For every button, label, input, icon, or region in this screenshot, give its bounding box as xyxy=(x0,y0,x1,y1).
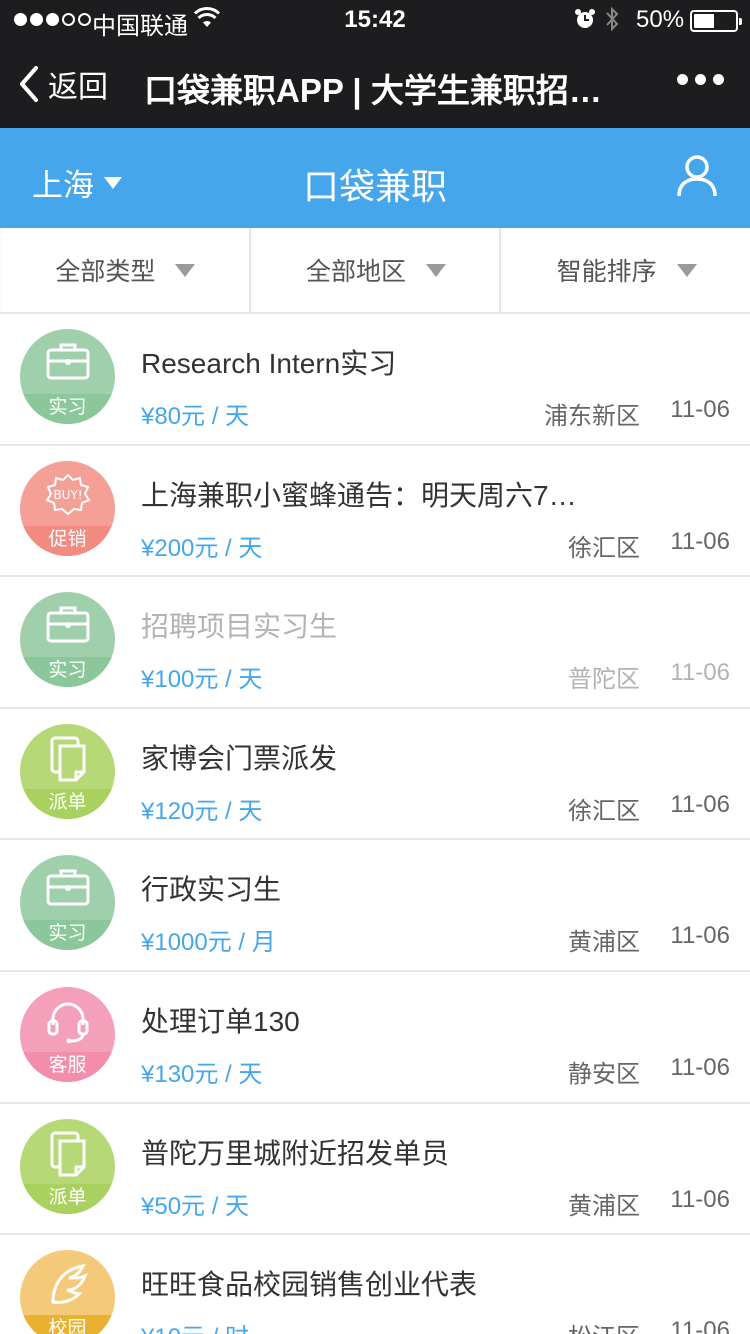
job-title: 招聘项目实习生 xyxy=(141,611,338,643)
job-location: 徐汇区 xyxy=(568,797,640,825)
list-item[interactable]: 校园 旺旺食品校园销售创业代表 ¥10元 / 时 松江区 11-06 xyxy=(0,1235,750,1334)
category-badge: 实习 xyxy=(20,855,115,951)
job-pay: ¥100元 / 天 xyxy=(141,666,263,694)
briefcase-icon xyxy=(20,341,115,393)
category-badge: 实习 xyxy=(20,329,115,424)
category-label: 实习 xyxy=(20,394,115,424)
category-badge: 实习 xyxy=(20,592,115,688)
filter-label: 全部地区 xyxy=(306,258,407,286)
category-badge: BUY! 促销 xyxy=(20,460,115,556)
list-item[interactable]: 实习 行政实习生 ¥1000元 / 月 黄浦区 11-06 xyxy=(0,840,750,972)
job-date: 11-06 xyxy=(670,659,730,687)
job-title: 普陀万里城附近招发单员 xyxy=(141,1137,450,1169)
caret-down-icon xyxy=(676,263,697,277)
caret-down-icon xyxy=(175,263,196,277)
status-bar: 中国联通 15:42 50% xyxy=(0,0,750,40)
bluetooth-icon xyxy=(604,6,620,39)
job-date: 11-06 xyxy=(670,1317,730,1334)
battery-percent: 50% xyxy=(636,6,685,33)
job-title: 旺旺食品校园销售创业代表 xyxy=(141,1269,478,1301)
job-date: 11-06 xyxy=(670,922,730,950)
filter-label: 全部类型 xyxy=(55,258,156,286)
flyer-icon xyxy=(20,1131,115,1183)
list-item[interactable]: 实习 招聘项目实习生 ¥100元 / 天 普陀区 11-06 xyxy=(0,577,750,709)
job-pay: ¥50元 / 天 xyxy=(141,1192,250,1220)
job-location: 静安区 xyxy=(568,1060,640,1088)
page-title: 口袋兼职APP | 大学生兼职招… xyxy=(144,72,602,109)
headset-icon xyxy=(20,999,115,1051)
list-item[interactable]: 派单 普陀万里城附近招发单员 ¥50元 / 天 黄浦区 11-06 xyxy=(0,1104,750,1236)
filter-label: 智能排序 xyxy=(556,258,657,286)
job-location: 浦东新区 xyxy=(544,403,640,430)
filter-sort[interactable]: 智能排序 xyxy=(501,228,750,312)
category-badge: 派单 xyxy=(20,1118,115,1214)
job-pay: ¥80元 / 天 xyxy=(141,403,250,430)
job-date: 11-06 xyxy=(670,396,730,423)
category-label: 实习 xyxy=(20,920,115,951)
list-item[interactable]: 客服 处理订单130 ¥130元 / 天 静安区 11-06 xyxy=(0,972,750,1104)
job-location: 普陀区 xyxy=(568,666,640,694)
job-pay: ¥1000元 / 月 xyxy=(141,929,276,957)
category-badge: 校园 xyxy=(20,1250,115,1334)
category-label: 校园 xyxy=(20,1315,115,1334)
category-label: 客服 xyxy=(20,1051,115,1082)
back-button[interactable]: 返回 xyxy=(18,62,108,106)
battery-icon xyxy=(690,10,742,32)
category-label: 实习 xyxy=(20,657,115,688)
brand-title: 口袋兼职 xyxy=(302,166,447,207)
list-item[interactable]: 派单 家博会门票派发 ¥120元 / 天 徐汇区 11-06 xyxy=(0,709,750,841)
job-pay: ¥120元 / 天 xyxy=(141,797,263,825)
job-date: 11-06 xyxy=(670,790,730,818)
briefcase-icon xyxy=(20,604,115,656)
job-location: 徐汇区 xyxy=(568,534,640,562)
category-label: 派单 xyxy=(20,788,115,819)
category-label: 促销 xyxy=(20,525,115,556)
flyer-icon xyxy=(20,736,115,788)
svg-text:BUY!: BUY! xyxy=(53,488,82,502)
category-label: 派单 xyxy=(20,1183,115,1214)
user-icon[interactable] xyxy=(676,154,718,203)
more-icon[interactable] xyxy=(677,74,724,85)
job-location: 松江区 xyxy=(568,1317,640,1334)
job-location: 黄浦区 xyxy=(568,1192,640,1220)
list-item[interactable]: 实习 Research Intern实习 ¥80元 / 天 浦东新区 11-06 xyxy=(0,314,750,446)
job-pay: ¥200元 / 天 xyxy=(141,534,263,562)
caret-down-icon xyxy=(426,263,447,277)
job-list: 实习 Research Intern实习 ¥80元 / 天 浦东新区 11-06… xyxy=(0,314,750,1334)
filter-region[interactable]: 全部地区 xyxy=(250,228,502,312)
filter-bar: 全部类型 全部地区 智能排序 xyxy=(0,228,750,314)
chevron-left-icon xyxy=(20,66,38,102)
wing-icon xyxy=(20,1262,115,1314)
job-location: 黄浦区 xyxy=(568,929,640,957)
list-item[interactable]: BUY! 促销 上海兼职小蜜蜂通告：明天周六7… ¥200元 / 天 徐汇区 1… xyxy=(0,446,750,578)
category-badge: 派单 xyxy=(20,723,115,819)
job-date: 11-06 xyxy=(670,1053,730,1081)
job-title: 上海兼职小蜜蜂通告：明天周六7… xyxy=(141,479,577,511)
category-badge: 客服 xyxy=(20,986,115,1082)
buy-badge-icon: BUY! xyxy=(20,473,115,525)
nav-bar: 返回 口袋兼职APP | 大学生兼职招… xyxy=(0,40,750,128)
job-title: 家博会门票派发 xyxy=(141,742,338,774)
job-pay: ¥130元 / 天 xyxy=(141,1060,263,1088)
app-header: 上海 口袋兼职 xyxy=(0,128,750,228)
briefcase-icon xyxy=(20,867,115,919)
job-title: Research Intern实习 xyxy=(141,348,397,379)
alarm-icon xyxy=(574,8,596,37)
job-pay: ¥10元 / 时 xyxy=(141,1317,249,1334)
back-label: 返回 xyxy=(48,71,108,104)
filter-type[interactable]: 全部类型 xyxy=(0,228,251,312)
job-title: 处理订单130 xyxy=(141,1005,300,1037)
job-title: 行政实习生 xyxy=(141,874,282,906)
job-date: 11-06 xyxy=(670,1185,730,1213)
job-date: 11-06 xyxy=(670,527,730,555)
